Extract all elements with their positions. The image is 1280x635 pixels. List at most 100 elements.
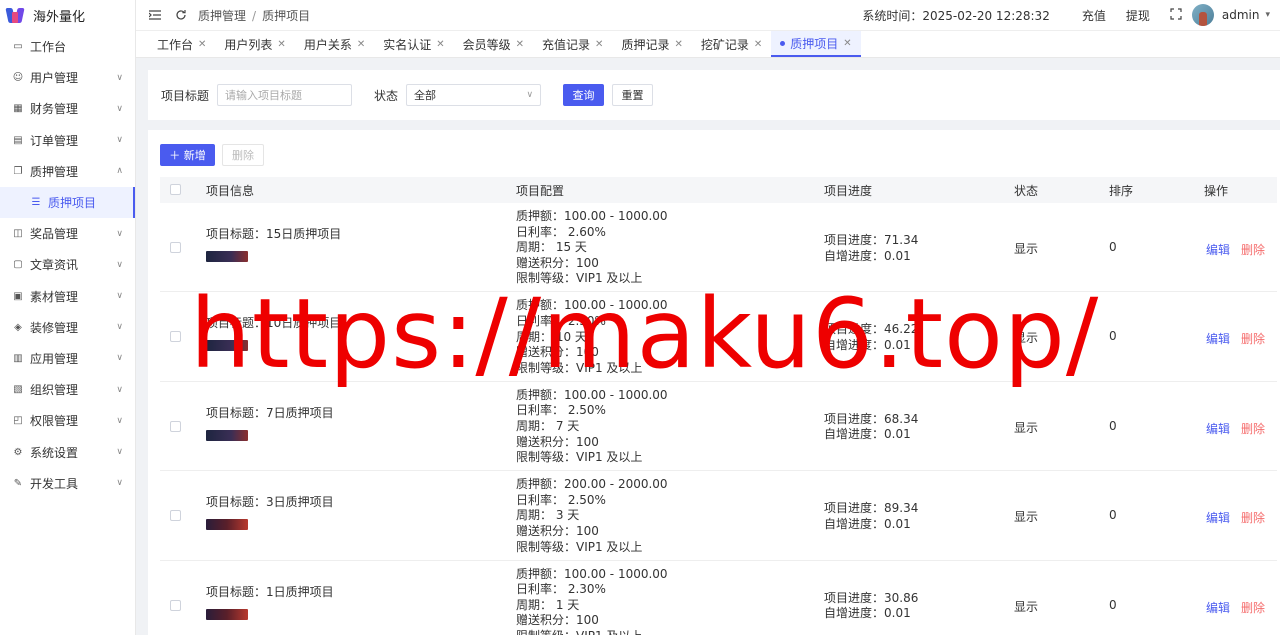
close-icon[interactable]: ✕ (843, 38, 851, 49)
sort-value: 0 (1109, 240, 1117, 254)
close-icon[interactable]: ✕ (516, 39, 524, 50)
row-actions: 编辑 删除 (1204, 420, 1265, 437)
project-config: 质押额：200.00 - 2000.00 日利率： 2.50% 周期： 3 天赠送积… (516, 477, 668, 555)
sidebar-item-8[interactable]: ▣ 素材管理 ∨ (0, 281, 135, 312)
row-checkbox[interactable] (170, 420, 181, 432)
config-line: 赠送积分：100 (516, 523, 599, 538)
project-progress: 项目进度：71.34 自增进度：0.01 (824, 233, 918, 264)
tab-1[interactable]: 用户列表 ✕ (215, 31, 294, 57)
sidebar-item-14[interactable]: ✎ 开发工具 ∨ (0, 468, 135, 499)
title-search-input[interactable] (217, 84, 353, 106)
recharge-link[interactable]: 充值 (1082, 7, 1106, 24)
config-line: 限制等级：VIP1 及以上 (516, 360, 643, 375)
project-title: 项目标题：10日质押项目 (206, 316, 342, 331)
add-button[interactable]: ＋ 新增 (160, 144, 215, 166)
tab-6[interactable]: 质押记录 ✕ (612, 31, 691, 57)
row-checkbox[interactable] (170, 242, 181, 253)
sidebar-item-5[interactable]: ☰ 质押项目 (0, 186, 135, 219)
delete-link[interactable]: 删除 (1241, 509, 1265, 526)
config-line: 质押额：100.00 - 1000.00 (516, 566, 668, 581)
tool-icon: ✎ (13, 477, 23, 489)
chevron-down-icon: ∨ (116, 322, 123, 333)
app-icon: ▥ (13, 352, 23, 364)
sidebar-item-10[interactable]: ▥ 应用管理 ∨ (0, 343, 135, 374)
tab-7[interactable]: 挖矿记录 ✕ (692, 31, 771, 57)
sidebar-item-3[interactable]: ▤ 订单管理 ∨ (0, 125, 135, 156)
edit-link[interactable]: 编辑 (1206, 241, 1230, 258)
sidebar-item-13[interactable]: ⚙ 系统设置 ∨ (0, 436, 135, 467)
project-title: 项目标题：7日质押项目 (206, 405, 334, 420)
fullscreen-icon[interactable] (1170, 7, 1182, 23)
status-select[interactable]: 全部 ∨ (406, 84, 542, 106)
table-toolbar: ＋ 新增 删除 (160, 144, 264, 166)
image-icon: ▣ (13, 290, 23, 302)
tab-label: 质押记录 (621, 37, 670, 52)
tab-5[interactable]: 充值记录 ✕ (533, 31, 612, 57)
close-icon[interactable]: ✕ (277, 39, 285, 50)
close-icon[interactable]: ✕ (357, 39, 365, 50)
gear-icon: ⚙ (13, 446, 23, 458)
sidebar-item-11[interactable]: ▧ 组织管理 ∨ (0, 374, 135, 405)
user-name[interactable]: admin (1222, 8, 1260, 22)
close-icon[interactable]: ✕ (754, 39, 762, 50)
sidebar-item-6[interactable]: ◫ 奖品管理 ∨ (0, 218, 135, 249)
close-icon[interactable]: ✕ (595, 39, 603, 50)
project-thumbnail[interactable] (206, 519, 248, 531)
project-table: 项目信息 项目配置 项目进度 状态 排序 操作 项目标题：15日质押项目 质押额：… (160, 177, 1277, 635)
edit-link[interactable]: 编辑 (1206, 599, 1230, 616)
edit-link[interactable]: 编辑 (1206, 420, 1230, 437)
progress-line: 自增进度：0.01 (824, 606, 911, 621)
avatar[interactable] (1191, 4, 1214, 26)
tab-2[interactable]: 用户关系 ✕ (295, 31, 374, 57)
delete-link[interactable]: 删除 (1241, 599, 1265, 616)
project-thumbnail[interactable] (206, 608, 248, 620)
close-icon[interactable]: ✕ (436, 39, 444, 50)
tab-8[interactable]: 质押项目 ✕ (771, 31, 861, 57)
menu-fold-icon[interactable] (148, 8, 162, 22)
sidebar-item-7[interactable]: ▢ 文章资讯 ∨ (0, 249, 135, 280)
close-icon[interactable]: ✕ (674, 39, 682, 50)
edit-link[interactable]: 编辑 (1206, 330, 1230, 347)
row-checkbox[interactable] (170, 599, 181, 611)
row-checkbox[interactable] (170, 331, 181, 343)
project-progress: 项目进度：89.34 自增进度：0.01 (824, 501, 918, 532)
sidebar-item-label: 系统设置 (30, 445, 79, 460)
sidebar-item-12[interactable]: ◰ 权限管理 ∨ (0, 405, 135, 436)
table-body: 项目标题：15日质押项目 质押额：100.00 - 1000.00 日利率： 2.6… (160, 203, 1277, 635)
chevron-down-icon[interactable]: ▾ (1265, 10, 1270, 20)
user-icon: ☺ (12, 72, 24, 84)
refresh-icon[interactable] (174, 8, 188, 22)
breadcrumb-current: 质押项目 (262, 8, 311, 23)
chevron-down-icon: ∨ (116, 478, 123, 489)
sidebar-item-label: 权限管理 (30, 414, 79, 429)
close-icon[interactable]: ✕ (198, 39, 206, 50)
tab-label: 质押项目 (790, 36, 839, 51)
tab-3[interactable]: 实名认证 ✕ (374, 31, 453, 57)
query-button[interactable]: 查询 (563, 84, 605, 106)
reset-button[interactable]: 重置 (612, 84, 654, 106)
sidebar-item-4[interactable]: ❐ 质押管理 ∧ (0, 156, 135, 187)
delete-link[interactable]: 删除 (1241, 241, 1265, 258)
table-row: 项目标题：10日质押项目 质押额：100.00 - 1000.00 日利率： 2.5… (160, 292, 1277, 382)
row-checkbox[interactable] (170, 510, 181, 522)
withdraw-link[interactable]: 提现 (1126, 7, 1150, 24)
sidebar-item-label: 质押管理 (30, 164, 79, 179)
tab-0[interactable]: 工作台 ✕ (148, 31, 215, 57)
project-thumbnail[interactable] (206, 429, 248, 441)
sidebar-item-label: 应用管理 (30, 351, 79, 366)
project-thumbnail[interactable] (206, 251, 248, 262)
sidebar-item-2[interactable]: ▦ 财务管理 ∨ (0, 93, 135, 124)
config-line: 日利率： 2.50% (516, 403, 606, 418)
sidebar-item-0[interactable]: ▭ 工作台 (0, 31, 135, 62)
breadcrumb-item[interactable]: 质押管理 (198, 9, 246, 23)
project-thumbnail[interactable] (206, 340, 248, 352)
sidebar-item-9[interactable]: ◈ 装修管理 ∨ (0, 312, 135, 343)
select-all-checkbox[interactable] (170, 184, 181, 195)
edit-link[interactable]: 编辑 (1206, 509, 1230, 526)
sidebar-item-1[interactable]: ☺ 用户管理 ∨ (0, 62, 135, 93)
batch-delete-button[interactable]: 删除 (222, 144, 264, 166)
delete-link[interactable]: 删除 (1241, 330, 1265, 347)
app-logo[interactable]: 海外量化 (0, 0, 135, 30)
tab-4[interactable]: 会员等级 ✕ (454, 31, 533, 57)
delete-link[interactable]: 删除 (1241, 420, 1265, 437)
